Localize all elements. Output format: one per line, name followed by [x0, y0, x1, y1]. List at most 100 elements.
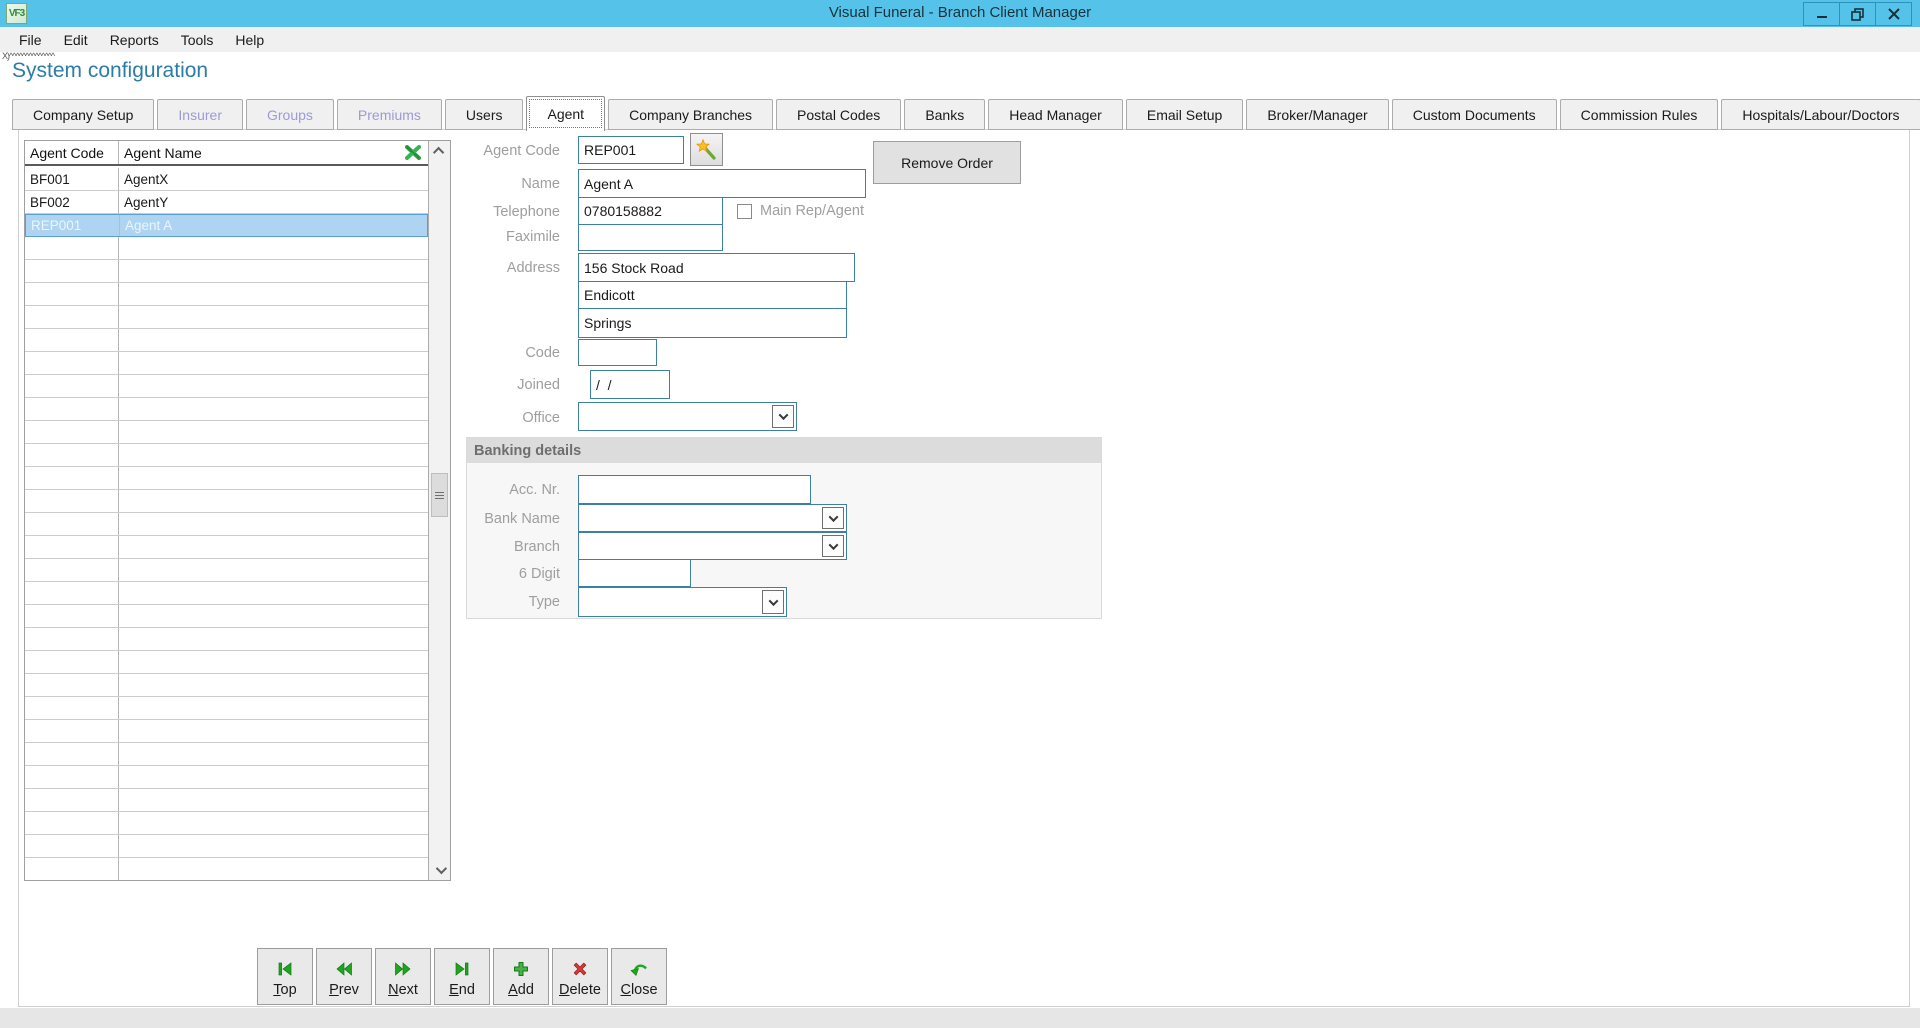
- close-button[interactable]: [1875, 2, 1912, 26]
- scrollbar-thumb[interactable]: [431, 473, 448, 517]
- agent-row-bf001[interactable]: BF001AgentX: [25, 168, 428, 191]
- empty-grid-row[interactable]: [25, 605, 428, 628]
- agent-row-rep001[interactable]: REP001Agent A: [25, 214, 428, 237]
- address-label: Address: [458, 260, 560, 276]
- branch-dropdown[interactable]: [578, 532, 847, 560]
- empty-grid-row[interactable]: [25, 674, 428, 697]
- empty-grid-row[interactable]: [25, 559, 428, 582]
- menu-item-tools[interactable]: Tools: [170, 29, 225, 51]
- tab-postal-codes[interactable]: Postal Codes: [776, 99, 901, 130]
- menu-item-help[interactable]: Help: [224, 29, 275, 51]
- empty-grid-row[interactable]: [25, 490, 428, 513]
- top-button[interactable]: Top: [257, 948, 313, 1005]
- remove-order-button[interactable]: Remove Order: [873, 141, 1021, 184]
- account-number-input[interactable]: [578, 475, 811, 504]
- minimize-button[interactable]: [1803, 2, 1840, 26]
- generate-code-button[interactable]: [690, 133, 723, 166]
- empty-grid-row[interactable]: [25, 329, 428, 352]
- office-dropdown[interactable]: [578, 402, 797, 431]
- bank-name-dropdown[interactable]: [578, 504, 847, 532]
- branch-label: Branch: [458, 539, 560, 555]
- grid-header-agent-name[interactable]: Agent Name: [119, 141, 402, 164]
- tab-broker-manager[interactable]: Broker/Manager: [1246, 99, 1388, 130]
- top-button-label: Top: [273, 982, 296, 998]
- name-input[interactable]: [578, 169, 866, 198]
- empty-grid-row[interactable]: [25, 766, 428, 789]
- empty-grid-row[interactable]: [25, 812, 428, 835]
- empty-grid-row[interactable]: [25, 720, 428, 743]
- next-button[interactable]: Next: [375, 948, 431, 1005]
- postal-code-input[interactable]: [578, 339, 657, 366]
- tab-email-setup[interactable]: Email Setup: [1126, 99, 1243, 130]
- address-line1-input[interactable]: [578, 253, 855, 282]
- tab-commission-rules[interactable]: Commission Rules: [1560, 99, 1719, 130]
- empty-grid-row[interactable]: [25, 697, 428, 720]
- tab-hospitals-labour-doctors[interactable]: Hospitals/Labour/Doctors: [1721, 99, 1920, 130]
- empty-grid-row[interactable]: [25, 421, 428, 444]
- cell-agent-name: AgentY: [119, 191, 428, 213]
- end-button[interactable]: End: [434, 948, 490, 1005]
- account-type-dropdown-button[interactable]: [762, 590, 784, 614]
- cell-agent-name: [119, 444, 428, 466]
- telephone-input[interactable]: [578, 197, 723, 225]
- tab-groups[interactable]: Groups: [246, 99, 334, 130]
- menu-item-edit[interactable]: Edit: [53, 29, 99, 51]
- address-line3-input[interactable]: [578, 308, 847, 338]
- empty-grid-row[interactable]: [25, 582, 428, 605]
- empty-grid-row[interactable]: [25, 398, 428, 421]
- empty-grid-row[interactable]: [25, 260, 428, 283]
- bank-name-dropdown-button[interactable]: [822, 507, 844, 529]
- empty-grid-row[interactable]: [25, 651, 428, 674]
- prev-button[interactable]: Prev: [316, 948, 372, 1005]
- close-button[interactable]: Close: [611, 948, 667, 1005]
- branch-dropdown-button[interactable]: [822, 535, 844, 557]
- tab-head-manager[interactable]: Head Manager: [988, 99, 1123, 130]
- empty-grid-row[interactable]: [25, 628, 428, 651]
- cell-agent-name: [119, 283, 428, 305]
- empty-grid-row[interactable]: [25, 283, 428, 306]
- tab-insurer[interactable]: Insurer: [157, 99, 243, 130]
- agent-code-input[interactable]: [578, 136, 684, 164]
- scroll-down-arrow-icon[interactable]: [429, 860, 450, 880]
- empty-grid-row[interactable]: [25, 467, 428, 490]
- main-rep-agent-checkbox[interactable]: [737, 204, 752, 219]
- tab-premiums[interactable]: Premiums: [337, 99, 442, 130]
- grid-scrollbar[interactable]: [428, 141, 450, 880]
- empty-grid-row[interactable]: [25, 237, 428, 260]
- restore-button[interactable]: [1839, 2, 1876, 26]
- tab-agent[interactable]: Agent: [526, 96, 605, 131]
- agent-row-bf002[interactable]: BF002AgentY: [25, 191, 428, 214]
- cell-agent-code: [25, 559, 119, 581]
- cell-agent-name: [119, 306, 428, 328]
- faximile-input[interactable]: [578, 224, 723, 251]
- tab-users[interactable]: Users: [445, 99, 524, 130]
- address-line2-input[interactable]: [578, 281, 847, 309]
- tab-custom-documents[interactable]: Custom Documents: [1392, 99, 1557, 130]
- tab-banks[interactable]: Banks: [904, 99, 985, 130]
- empty-grid-row[interactable]: [25, 352, 428, 375]
- add-button[interactable]: Add: [493, 948, 549, 1005]
- grid-header-agent-code[interactable]: Agent Code: [25, 141, 119, 164]
- six-digit-input[interactable]: [578, 559, 691, 587]
- scroll-up-arrow-icon[interactable]: [429, 141, 450, 161]
- empty-grid-row[interactable]: [25, 789, 428, 812]
- tab-company-setup[interactable]: Company Setup: [12, 99, 154, 130]
- menu-item-reports[interactable]: Reports: [99, 29, 170, 51]
- menu-item-file[interactable]: File: [8, 29, 53, 51]
- account-type-dropdown[interactable]: [578, 587, 787, 617]
- cell-agent-code: [25, 674, 119, 696]
- office-dropdown-button[interactable]: [772, 405, 794, 428]
- empty-grid-row[interactable]: [25, 375, 428, 398]
- export-to-excel-button[interactable]: [402, 143, 426, 163]
- empty-grid-row[interactable]: [25, 743, 428, 766]
- empty-grid-row[interactable]: [25, 444, 428, 467]
- empty-grid-row[interactable]: [25, 536, 428, 559]
- delete-button[interactable]: Delete: [552, 948, 608, 1005]
- cell-agent-code: [25, 605, 119, 627]
- empty-grid-row[interactable]: [25, 513, 428, 536]
- empty-grid-row[interactable]: [25, 835, 428, 858]
- joined-date-input[interactable]: [590, 370, 670, 399]
- empty-grid-row[interactable]: [25, 858, 428, 880]
- empty-grid-row[interactable]: [25, 306, 428, 329]
- tab-company-branches[interactable]: Company Branches: [608, 99, 773, 130]
